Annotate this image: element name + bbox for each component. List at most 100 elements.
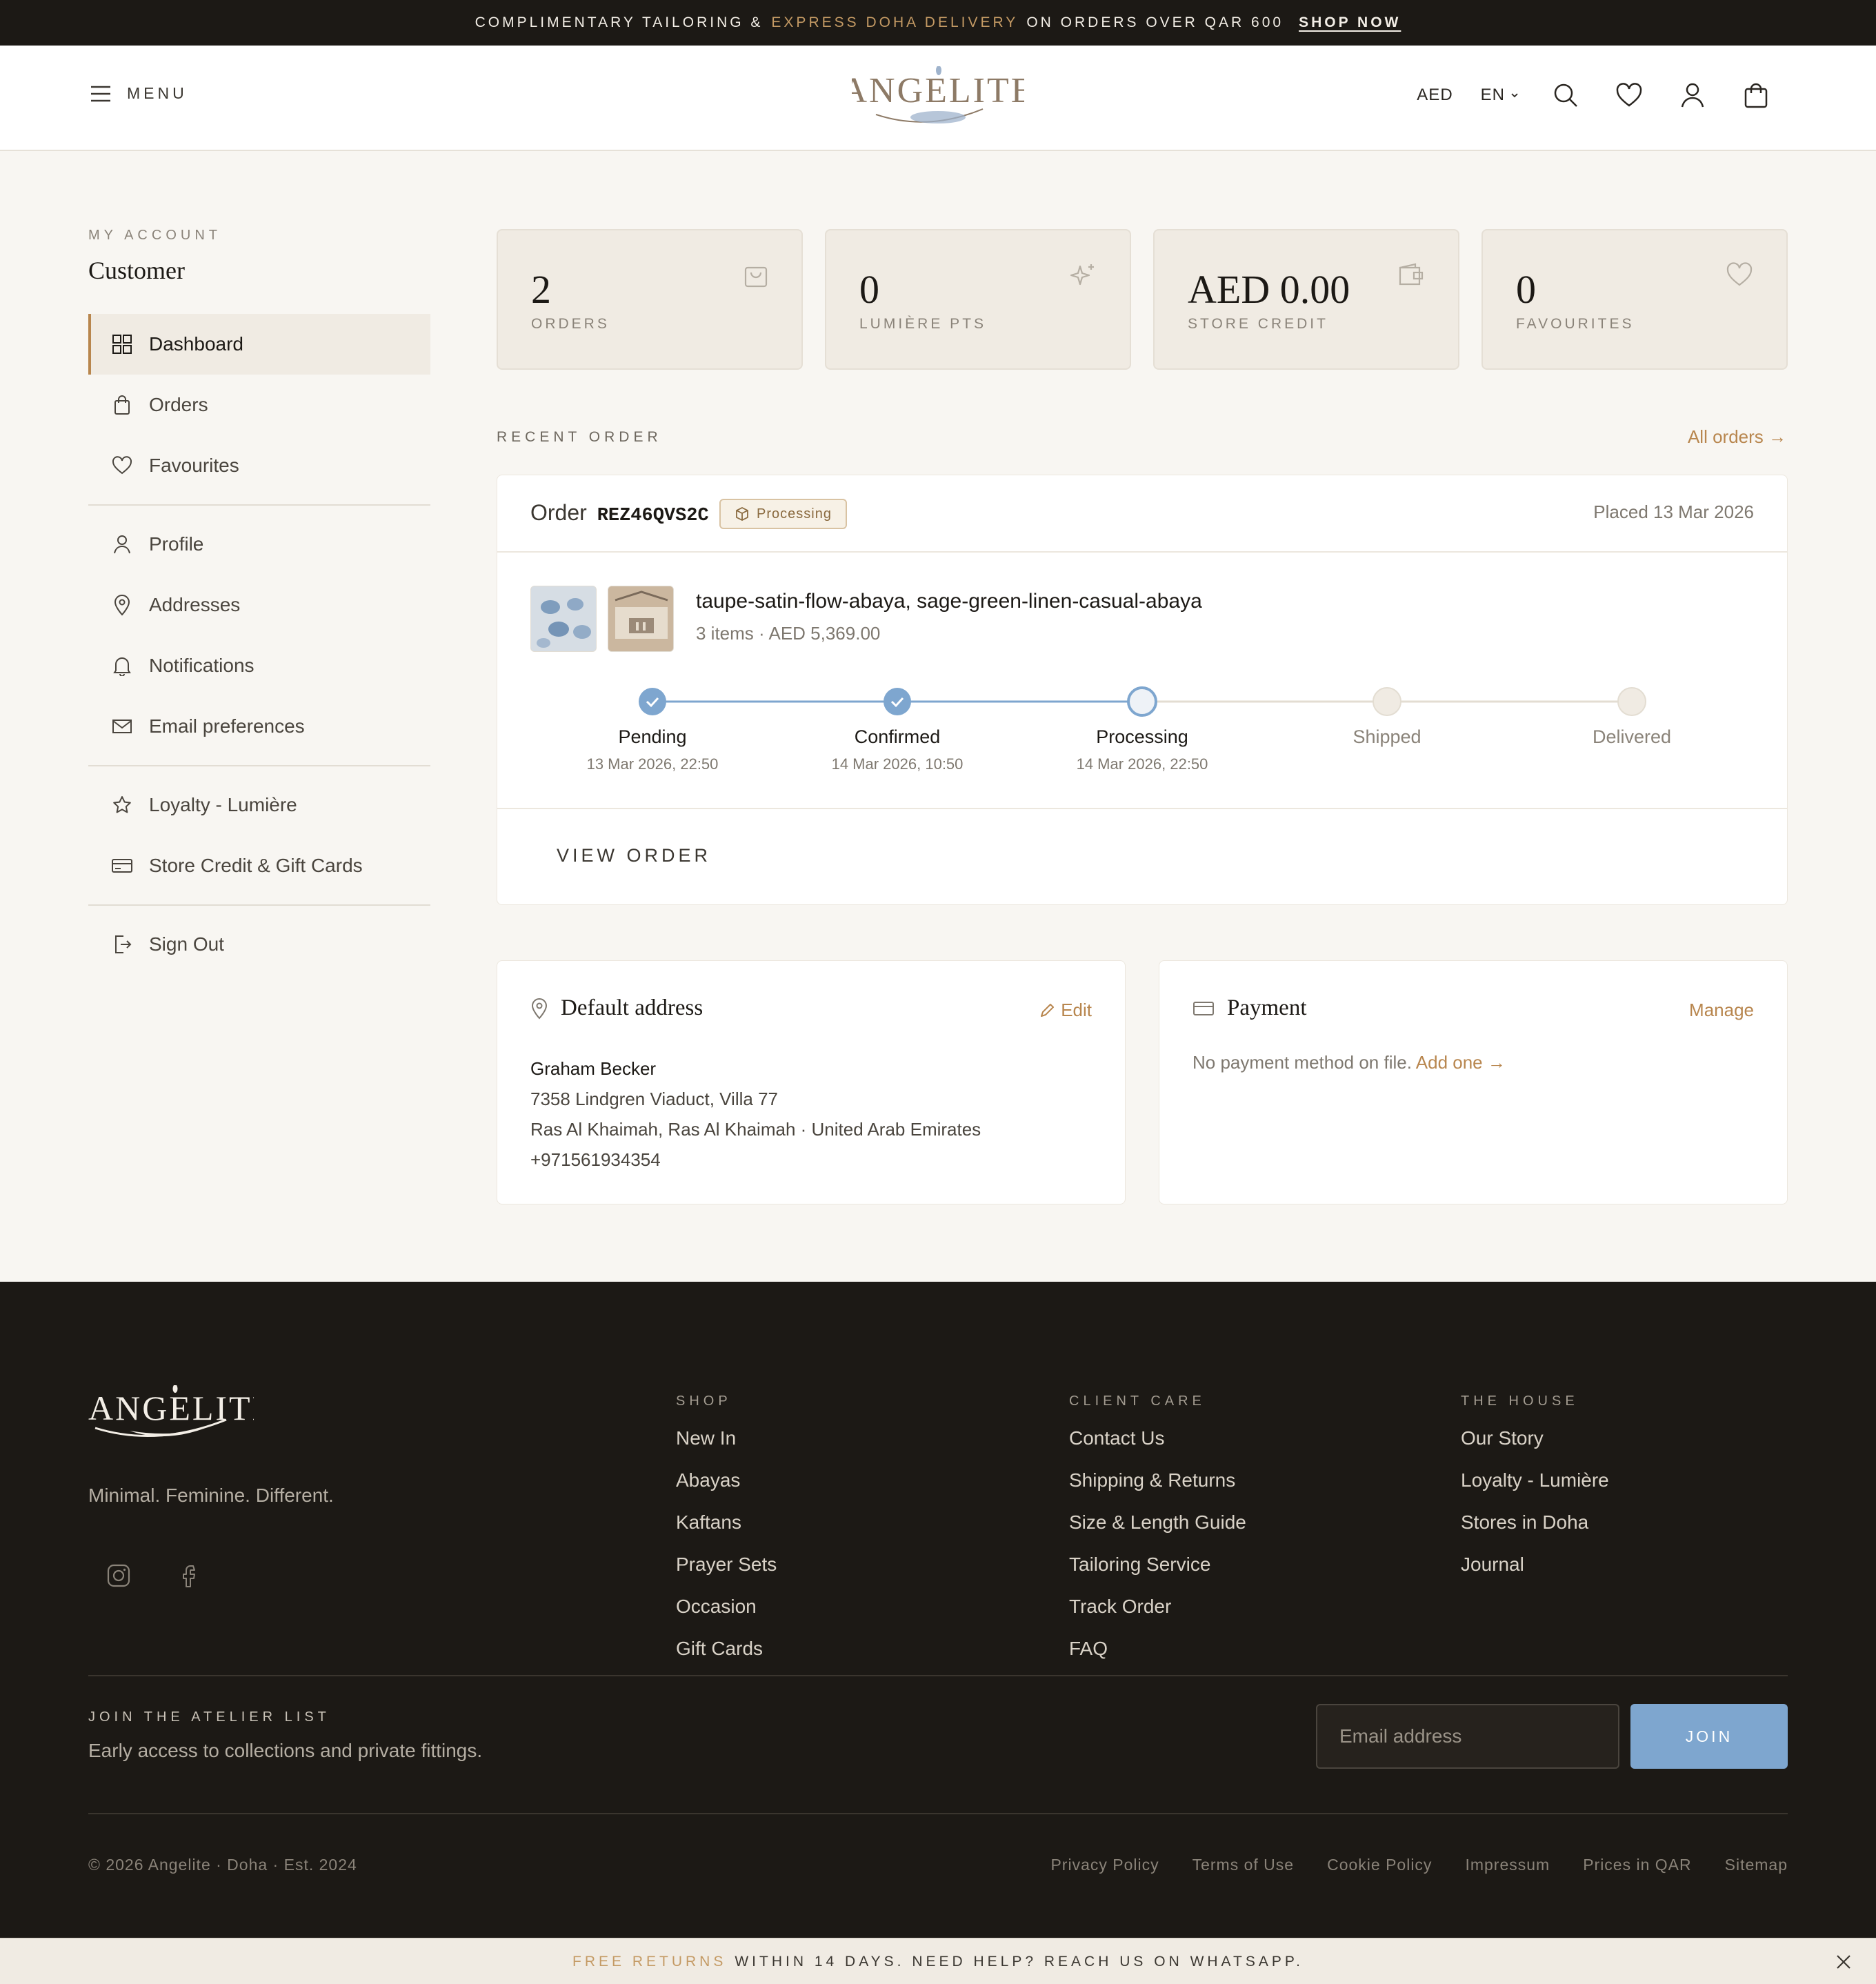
- language-selector[interactable]: EN: [1481, 86, 1519, 105]
- order-placed-date: Placed 13 Mar 2026: [1593, 502, 1754, 522]
- footer-link[interactable]: Occasion: [676, 1596, 777, 1620]
- order-products-title[interactable]: taupe-satin-flow-abaya, sage-green-linen…: [696, 590, 1202, 613]
- search-icon[interactable]: [1549, 79, 1582, 112]
- bag-icon[interactable]: [1739, 79, 1773, 112]
- stat-value: AED 0.00: [1188, 267, 1350, 312]
- footer-link[interactable]: Loyalty - Lumière: [1461, 1469, 1609, 1494]
- site-header: MENU ANGELITE AED EN: [0, 46, 1876, 151]
- status-badge: Processing: [719, 499, 847, 529]
- footer-link[interactable]: Our Story: [1461, 1427, 1609, 1451]
- logo[interactable]: ANGELITE: [852, 66, 1024, 132]
- promo-banner: COMPLIMENTARY TAILORING & EXPRESS DOHA D…: [0, 0, 1876, 46]
- product-thumbnail[interactable]: [608, 586, 674, 652]
- footer-link[interactable]: New In: [676, 1427, 777, 1451]
- footer-tagline: Minimal. Feminine. Different.: [88, 1485, 334, 1506]
- legal-link[interactable]: Cookie Policy: [1327, 1856, 1432, 1874]
- facebook-icon[interactable]: [174, 1559, 207, 1592]
- svg-text:ANGELITE: ANGELITE: [88, 1389, 254, 1427]
- step-label: Shipped: [1353, 726, 1421, 747]
- footer-link[interactable]: Journal: [1461, 1554, 1609, 1578]
- bell-icon: [110, 654, 134, 677]
- footer-logo[interactable]: ANGELITE: [88, 1385, 254, 1447]
- manage-payment-button[interactable]: Manage: [1689, 1000, 1754, 1021]
- step-label: Processing: [1096, 726, 1188, 747]
- footer-link[interactable]: Contact Us: [1069, 1427, 1246, 1451]
- sidebar-item-orders[interactable]: Orders: [88, 375, 430, 435]
- newsletter-join-button[interactable]: JOIN: [1630, 1704, 1788, 1769]
- legal-link[interactable]: Privacy Policy: [1050, 1856, 1159, 1874]
- view-order-button[interactable]: VIEW ORDER: [557, 845, 711, 866]
- sidebar-item-store-credit[interactable]: Store Credit & Gift Cards: [88, 835, 430, 896]
- stat-label: STORE CREDIT: [1188, 316, 1328, 332]
- close-icon[interactable]: [1835, 1953, 1853, 1971]
- sidebar-item-loyalty[interactable]: Loyalty - Lumière: [88, 775, 430, 835]
- site-footer: ANGELITE Minimal. Feminine. Different. S…: [0, 1282, 1876, 1938]
- footer-link[interactable]: Abayas: [676, 1469, 777, 1494]
- shop-now-link[interactable]: SHOP NOW: [1299, 14, 1401, 31]
- payment-message: No payment method on file. Add one →: [1193, 1052, 1506, 1073]
- edit-address-button[interactable]: Edit: [1039, 1000, 1092, 1021]
- footer-link[interactable]: Prayer Sets: [676, 1554, 777, 1578]
- product-thumbnail[interactable]: [530, 586, 597, 652]
- footer-link[interactable]: FAQ: [1069, 1638, 1246, 1662]
- sidebar-item-dashboard[interactable]: Dashboard: [88, 314, 430, 375]
- footer-link[interactable]: Stores in Doha: [1461, 1511, 1609, 1536]
- promo-text: COMPLIMENTARY TAILORING &: [475, 14, 764, 30]
- user-icon: [110, 533, 134, 556]
- menu-button[interactable]: MENU: [90, 84, 188, 103]
- progress-step-shipped: Shipped: [1353, 687, 1421, 747]
- currency-selector[interactable]: AED: [1417, 86, 1453, 105]
- progress-step-pending: Pending 13 Mar 2026, 22:50: [587, 688, 718, 773]
- footer-link[interactable]: Track Order: [1069, 1596, 1246, 1620]
- stat-card-store-credit[interactable]: AED 0.00 STORE CREDIT: [1153, 229, 1459, 370]
- sidebar-item-email-preferences[interactable]: Email preferences: [88, 696, 430, 757]
- instagram-icon[interactable]: [102, 1559, 135, 1592]
- legal-link[interactable]: Terms of Use: [1193, 1856, 1294, 1874]
- footer-column-heading: CLIENT CARE: [1069, 1393, 1206, 1409]
- stat-value: 0: [859, 267, 879, 312]
- sidebar-item-label: Dashboard: [149, 333, 243, 355]
- bottom-banner-text: WITHIN 14 DAYS. NEED HELP? REACH US ON W…: [735, 1953, 1304, 1970]
- svg-text:ANGELITE: ANGELITE: [852, 71, 1024, 110]
- legal-link[interactable]: Sitemap: [1725, 1856, 1788, 1874]
- divider: [88, 765, 430, 766]
- footer-link[interactable]: Shipping & Returns: [1069, 1469, 1246, 1494]
- footer-link[interactable]: Tailoring Service: [1069, 1554, 1246, 1578]
- footer-link[interactable]: Gift Cards: [676, 1638, 777, 1662]
- add-payment-link[interactable]: Add one →: [1416, 1052, 1506, 1073]
- sidebar-item-sign-out[interactable]: Sign Out: [88, 914, 430, 975]
- divider: [88, 904, 430, 906]
- legal-link[interactable]: Impressum: [1465, 1856, 1550, 1874]
- all-orders-link[interactable]: All orders →: [1688, 426, 1786, 448]
- stat-value: 0: [1516, 267, 1536, 312]
- heart-icon[interactable]: [1613, 79, 1646, 112]
- user-icon[interactable]: [1676, 79, 1709, 112]
- legal-link[interactable]: Prices in QAR: [1583, 1856, 1691, 1874]
- stat-label: LUMIÈRE PTS: [859, 316, 987, 332]
- order-progress-tracker: Pending 13 Mar 2026, 22:50 Confirmed 14 Mar…: [497, 682, 1787, 786]
- sidebar-item-profile[interactable]: Profile: [88, 514, 430, 575]
- footer-link[interactable]: Size & Length Guide: [1069, 1511, 1246, 1536]
- newsletter-email-input[interactable]: [1316, 1704, 1619, 1769]
- sidebar-item-favourites[interactable]: Favourites: [88, 435, 430, 496]
- sidebar-item-notifications[interactable]: Notifications: [88, 635, 430, 696]
- stat-card-points[interactable]: 0 LUMIÈRE PTS: [825, 229, 1131, 370]
- sidebar-item-addresses[interactable]: Addresses: [88, 575, 430, 635]
- hamburger-icon: [90, 85, 112, 103]
- heart-icon: [1726, 262, 1753, 287]
- footer-column-heading: SHOP: [676, 1393, 732, 1409]
- footer-link[interactable]: Kaftans: [676, 1511, 777, 1536]
- stat-card-favourites[interactable]: 0 FAVOURITES: [1481, 229, 1788, 370]
- promo-text-2: ON ORDERS OVER QAR 600: [1026, 14, 1284, 30]
- card-icon: [110, 854, 134, 877]
- step-label: Delivered: [1593, 726, 1671, 747]
- stat-card-orders[interactable]: 2 ORDERS: [497, 229, 803, 370]
- status-badge-label: Processing: [757, 506, 832, 522]
- address-block: Graham Becker 7358 Lindgren Viaduct, Vil…: [530, 1053, 981, 1175]
- card-icon: [1193, 1000, 1215, 1017]
- stat-label: FAVOURITES: [1516, 316, 1635, 332]
- sidebar-item-label: Orders: [149, 394, 208, 415]
- step-done-marker: [884, 688, 911, 715]
- pencil-icon: [1039, 1002, 1055, 1019]
- star-icon: [110, 793, 134, 817]
